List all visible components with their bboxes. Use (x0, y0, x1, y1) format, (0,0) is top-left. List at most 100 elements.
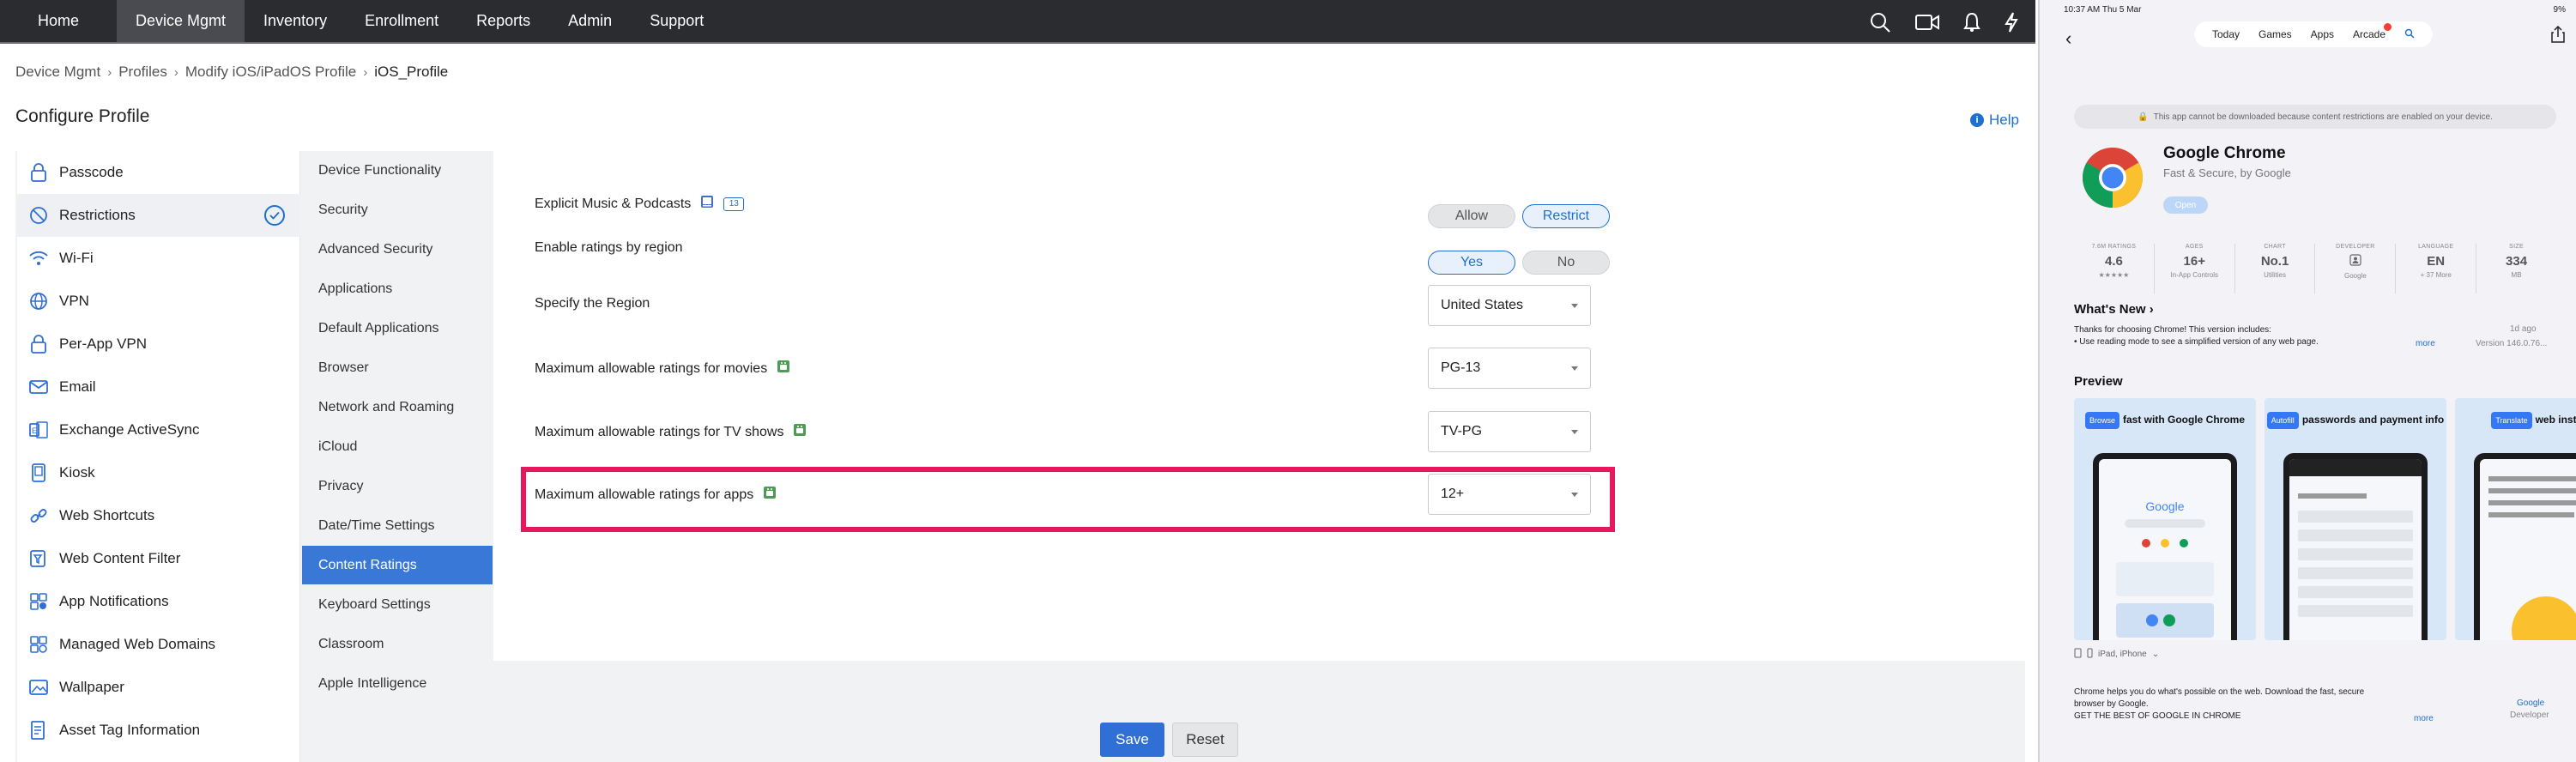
caret-down-icon (1571, 304, 1578, 308)
subnav-advanced-security[interactable]: Advanced Security (302, 230, 493, 269)
sidebar-item-email[interactable]: Email (17, 366, 300, 408)
sidebar-item-passcode[interactable]: Passcode (17, 151, 300, 194)
info-chart: CHART No.1 Utilities (2235, 244, 2316, 293)
bell-icon[interactable] (1963, 12, 1980, 33)
sidebar-item-label: Per-App VPN (59, 336, 148, 352)
nav-inventory[interactable]: Inventory (245, 0, 346, 42)
tab-arcade[interactable]: Arcade (2353, 23, 2392, 40)
explicit-music-row: Explicit Music & Podcasts 13 (535, 194, 745, 214)
preview-screenshot[interactable]: Translateweb instantly (2455, 398, 2576, 640)
sidebar-item-per-app-vpn[interactable]: Per-App VPN (17, 323, 300, 366)
subnav-keyboard-settings[interactable]: Keyboard Settings (302, 585, 493, 624)
whats-new-heading[interactable]: What's New › (2074, 302, 2154, 317)
description-more-link[interactable]: more (2414, 714, 2434, 723)
search-icon[interactable] (2404, 28, 2415, 41)
caret-down-icon (1571, 366, 1578, 371)
info-ratings: 7.6M RATINGS 4.6 ★★★★★ (2074, 244, 2155, 293)
allow-toggle-option[interactable]: Allow (1428, 204, 1515, 228)
ratings-by-region-row: Enable ratings by region (535, 240, 683, 256)
app-subtitle: Fast & Secure, by Google (2163, 166, 2291, 179)
battery-percent: 9% (2553, 5, 2566, 15)
breadcrumb-device-mgmt[interactable]: Device Mgmt (15, 64, 100, 81)
preview-screenshot[interactable]: Autofill passwords and payment info (2265, 398, 2446, 640)
sidebar-item-label: Exchange ActiveSync (59, 421, 200, 438)
whats-new-version: Version 146.0.76... (2476, 339, 2548, 348)
app-info-strip: 7.6M RATINGS 4.6 ★★★★★ AGES 16+ In-App Contr… (2074, 244, 2556, 293)
restriction-notice: 🔒 This app cannot be downloaded because … (2074, 105, 2556, 129)
preview-screenshot[interactable]: Browse fast with Google Chrome Google (2074, 398, 2256, 640)
save-button[interactable]: Save (1100, 723, 1164, 757)
breadcrumb-modify-profile[interactable]: Modify iOS/iPadOS Profile (185, 64, 356, 81)
whats-new-line2: • Use reading mode to see a simplified v… (2074, 337, 2319, 347)
tab-games[interactable]: Games (2259, 28, 2292, 40)
subnav-apple-intelligence[interactable]: Apple Intelligence (302, 664, 493, 703)
sidebar-item-managed-web-domains[interactable]: Managed Web Domains (17, 623, 300, 666)
breadcrumb-profiles[interactable]: Profiles (118, 64, 167, 81)
subnav-applications[interactable]: Applications (302, 269, 493, 308)
lightning-icon[interactable] (2005, 11, 2018, 33)
ipad-os-icon (699, 194, 715, 214)
sidebar-item-app-notifications[interactable]: App Notifications (17, 580, 300, 623)
nav-device-mgmt[interactable]: Device Mgmt (117, 0, 245, 42)
ratings-by-region-label: Enable ratings by region (535, 240, 683, 255)
help-link[interactable]: i Help (1970, 112, 2019, 129)
sidebar-item-kiosk[interactable]: Kiosk (17, 451, 300, 494)
info-icon: i (1970, 113, 1984, 127)
back-chevron-icon[interactable]: ‹ (2065, 27, 2071, 50)
subnav-classroom[interactable]: Classroom (302, 625, 493, 663)
sidebar-item-exchange-activesync[interactable]: E Exchange ActiveSync (17, 408, 300, 451)
description-line1: Chrome helps you do what's possible on t… (2074, 687, 2365, 697)
iphone-icon (2087, 648, 2093, 661)
subnav-default-applications[interactable]: Default Applications (302, 309, 493, 348)
chrome-logo-icon (2081, 146, 2144, 209)
developer-link[interactable]: Google (2517, 698, 2544, 708)
sidebar-item-wallpaper[interactable]: Wallpaper (17, 666, 300, 709)
tab-apps[interactable]: Apps (2311, 28, 2334, 40)
share-icon[interactable] (2550, 25, 2566, 47)
tab-today[interactable]: Today (2212, 28, 2240, 40)
reset-button[interactable]: Reset (1172, 723, 1238, 757)
tv-ratings-select[interactable]: TV-PG (1428, 411, 1591, 452)
lock-icon (27, 161, 50, 184)
subnav-device-functionality[interactable]: Device Functionality (302, 151, 493, 190)
search-icon[interactable] (1869, 11, 1891, 33)
region-select[interactable]: United States (1428, 285, 1591, 326)
sidebar-item-label: Managed Web Domains (59, 636, 216, 652)
caret-down-icon (1571, 430, 1578, 434)
movie-ratings-value: PG-13 (1441, 360, 1481, 375)
nav-admin[interactable]: Admin (549, 0, 631, 42)
no-toggle-option[interactable]: No (1522, 251, 1610, 275)
movie-ratings-select[interactable]: PG-13 (1428, 348, 1591, 389)
info-developer: DEVELOPER Google (2315, 244, 2397, 293)
sidebar-item-web-shortcuts[interactable]: Web Shortcuts (17, 494, 300, 537)
sidebar-item-vpn[interactable]: VPN (17, 280, 300, 323)
sidebar-item-restrictions[interactable]: Restrictions (17, 194, 300, 237)
sidebar-item-asset-tag-information[interactable]: Asset Tag Information (17, 709, 300, 752)
kiosk-icon (27, 462, 50, 484)
device-selector[interactable]: iPad, iPhone ⌄ (2074, 648, 2159, 661)
developer-role: Developer (2510, 711, 2549, 720)
chevron-right-icon: › (363, 64, 368, 80)
nav-enrollment[interactable]: Enrollment (346, 0, 457, 42)
subnav-content-ratings[interactable]: Content Ratings (302, 546, 493, 584)
video-icon[interactable] (1915, 13, 1939, 32)
subnav-network-and-roaming[interactable]: Network and Roaming (302, 388, 493, 426)
subnav-security[interactable]: Security (302, 190, 493, 229)
sidebar-item-label: Wallpaper (59, 679, 124, 695)
subnav-icloud[interactable]: iCloud (302, 427, 493, 466)
open-button[interactable]: Open (2163, 197, 2208, 214)
link-icon (27, 505, 50, 527)
prohibited-icon (27, 204, 50, 227)
restrict-toggle-option[interactable]: Restrict (1522, 204, 1610, 228)
sidebar-item-web-content-filter[interactable]: Web Content Filter (17, 537, 300, 580)
subnav-browser[interactable]: Browser (302, 348, 493, 387)
nav-reports[interactable]: Reports (457, 0, 549, 42)
sidebar-item-wifi[interactable]: Wi-Fi (17, 237, 300, 280)
sidebar-item-label: Web Content Filter (59, 550, 181, 566)
subnav-privacy[interactable]: Privacy (302, 467, 493, 505)
whats-new-more-link[interactable]: more (2416, 339, 2435, 348)
yes-toggle-option[interactable]: Yes (1428, 251, 1515, 275)
subnav-date-time-settings[interactable]: Date/Time Settings (302, 506, 493, 545)
nav-support[interactable]: Support (631, 0, 723, 42)
nav-home[interactable]: Home (0, 0, 117, 42)
